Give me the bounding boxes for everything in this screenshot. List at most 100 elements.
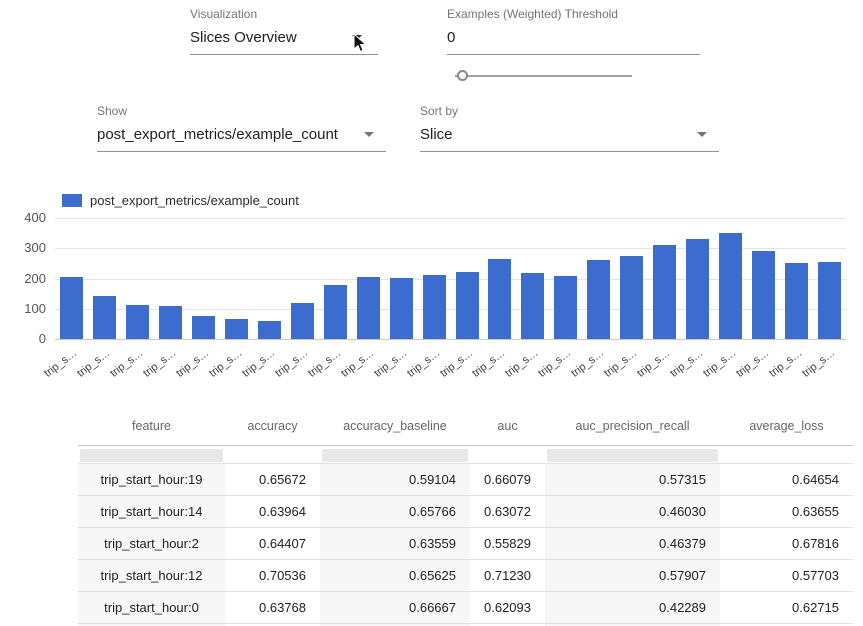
metric-cell: 0.71230 — [470, 560, 545, 592]
sort-by-dropdown[interactable]: Slice — [420, 126, 719, 152]
metric-cell: 0.63559 — [320, 528, 470, 560]
visualization-control: Visualization Slices Overview — [190, 7, 378, 55]
bar-5[interactable] — [225, 319, 248, 339]
metric-cell: 0.66079 — [470, 464, 545, 496]
show-value: post_export_metrics/example_count — [97, 126, 338, 143]
table-header-row: featureaccuracyaccuracy_baselineaucauc_p… — [78, 407, 853, 446]
metric-cell: 0.65625 — [320, 560, 470, 592]
mouse-cursor-icon — [352, 33, 368, 53]
threshold-label: Examples (Weighted) Threshold — [447, 7, 700, 21]
metric-cell: 0.59104 — [320, 464, 470, 496]
y-axis-tick-label: 200 — [6, 271, 46, 286]
metric-cell: 0.46379 — [545, 528, 720, 560]
table-row[interactable]: trip_start_hour:190.656720.591040.660790… — [78, 464, 853, 496]
gridline — [55, 218, 846, 219]
feature-cell: trip_start_hour:12 — [78, 560, 225, 592]
column-header-accuracy_baseline[interactable]: accuracy_baseline — [320, 407, 470, 446]
show-dropdown[interactable]: post_export_metrics/example_count — [97, 126, 386, 152]
table-row[interactable]: trip_start_hour:00.637680.666670.620930.… — [78, 592, 853, 624]
column-header-auc_precision_recall[interactable]: auc_precision_recall — [545, 407, 720, 446]
column-header-accuracy[interactable]: accuracy — [225, 407, 320, 446]
bar-8[interactable] — [324, 285, 347, 339]
filter-cell — [78, 446, 225, 464]
sort-by-control: Sort by Slice — [420, 104, 719, 152]
metric-cell: 0.57315 — [545, 464, 720, 496]
x-axis-tick-label: trip_s… — [773, 347, 837, 401]
slider-track[interactable] — [455, 75, 632, 77]
table-row[interactable]: trip_start_hour:120.705360.656250.712300… — [78, 560, 853, 592]
bar-17[interactable] — [620, 256, 643, 339]
visualization-dropdown[interactable]: Slices Overview — [190, 29, 378, 55]
bar-16[interactable] — [587, 260, 610, 339]
bar-12[interactable] — [456, 272, 479, 339]
bar-10[interactable] — [390, 278, 413, 339]
threshold-value: 0 — [447, 29, 455, 46]
filter-cell — [225, 446, 320, 464]
visualization-value: Slices Overview — [190, 29, 297, 46]
y-axis-tick-label: 300 — [6, 240, 46, 255]
visualization-label: Visualization — [190, 7, 378, 21]
bar-4[interactable] — [192, 316, 215, 339]
column-filter-box[interactable] — [322, 449, 468, 462]
slider-thumb[interactable] — [457, 70, 468, 81]
metric-cell: 0.64407 — [225, 528, 320, 560]
metric-cell: 0.63655 — [720, 496, 853, 528]
bar-23[interactable] — [818, 262, 841, 339]
filter-cell — [470, 446, 545, 464]
show-label: Show — [97, 104, 386, 118]
bar-11[interactable] — [423, 275, 446, 339]
metric-cell: 0.66667 — [320, 592, 470, 624]
legend-label: post_export_metrics/example_count — [90, 193, 299, 208]
metric-cell: 0.62093 — [470, 592, 545, 624]
bar-6[interactable] — [258, 321, 281, 339]
filter-cell — [545, 446, 720, 464]
column-filter-box[interactable] — [547, 449, 718, 462]
bar-21[interactable] — [752, 251, 775, 339]
bar-18[interactable] — [653, 245, 676, 339]
bar-1[interactable] — [93, 296, 116, 339]
legend-color-swatch — [62, 194, 82, 207]
bar-2[interactable] — [126, 305, 149, 339]
feature-cell: trip_start_hour:19 — [78, 464, 225, 496]
table-body: trip_start_hour:190.656720.591040.660790… — [78, 464, 853, 626]
filter-cell — [320, 446, 470, 464]
filter-cell — [720, 446, 853, 464]
bar-22[interactable] — [785, 263, 808, 339]
table-row[interactable]: trip_start_hour:20.644070.635590.558290.… — [78, 528, 853, 560]
metric-cell: 0.62715 — [720, 592, 853, 624]
column-filter-box[interactable] — [80, 449, 223, 462]
bar-15[interactable] — [554, 276, 577, 339]
metric-cell: 0.65672 — [225, 464, 320, 496]
metrics-table: featureaccuracyaccuracy_baselineaucauc_p… — [78, 407, 853, 626]
sort-by-label: Sort by — [420, 104, 719, 118]
metric-cell: 0.63964 — [225, 496, 320, 528]
column-header-feature[interactable]: feature — [78, 407, 225, 446]
metric-cell: 0.63768 — [225, 592, 320, 624]
bar-3[interactable] — [159, 306, 182, 339]
bar-7[interactable] — [291, 303, 314, 339]
bar-13[interactable] — [488, 259, 511, 339]
metric-cell: 0.65766 — [320, 496, 470, 528]
gridline — [55, 339, 846, 340]
metric-cell: 0.63072 — [470, 496, 545, 528]
bar-19[interactable] — [686, 239, 709, 339]
bar-9[interactable] — [357, 277, 380, 339]
column-header-average_loss[interactable]: average_loss — [720, 407, 853, 446]
slices-overview-app: Visualization Slices Overview Examples (… — [0, 0, 863, 626]
bar-20[interactable] — [719, 233, 742, 339]
bar-14[interactable] — [521, 273, 544, 339]
show-control: Show post_export_metrics/example_count — [97, 104, 386, 152]
threshold-input[interactable]: 0 — [447, 29, 700, 55]
sort-by-value: Slice — [420, 126, 453, 143]
table-filter-row — [78, 446, 853, 464]
metric-cell: 0.64654 — [720, 464, 853, 496]
feature-cell: trip_start_hour:14 — [78, 496, 225, 528]
metric-cell: 0.67816 — [720, 528, 853, 560]
chart-legend: post_export_metrics/example_count — [62, 193, 299, 208]
y-axis-tick-label: 400 — [6, 210, 46, 225]
metric-cell: 0.46030 — [545, 496, 720, 528]
table-row[interactable]: trip_start_hour:140.639640.657660.630720… — [78, 496, 853, 528]
threshold-slider — [455, 69, 632, 82]
column-header-auc[interactable]: auc — [470, 407, 545, 446]
bar-0[interactable] — [60, 277, 83, 339]
